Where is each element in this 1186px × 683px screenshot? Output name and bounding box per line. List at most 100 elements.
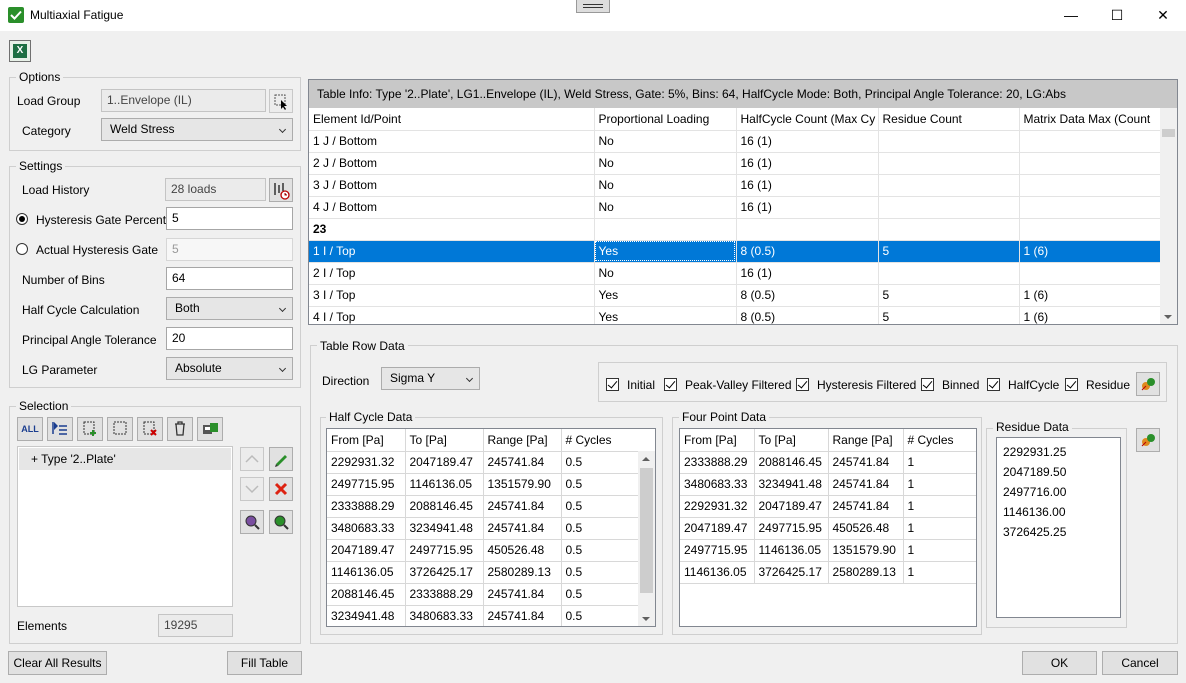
main-table-cell <box>1019 218 1160 241</box>
minimize-button[interactable]: — <box>1048 0 1094 31</box>
residue-item[interactable]: 2047189.50 <box>1003 462 1120 482</box>
four-point-header-0[interactable]: From [Pa] <box>680 429 755 452</box>
initial-checkbox[interactable] <box>606 378 619 391</box>
four-point-header-2[interactable]: Range [Pa] <box>828 429 904 452</box>
half-cycle-cell: 245741.84 <box>483 495 562 518</box>
halfcycle-checkbox[interactable] <box>987 378 1000 391</box>
half-cycle-header-1[interactable]: To [Pa] <box>405 429 484 452</box>
half-cycle-row[interactable]: 3234941.48 3480683.33 245741.84 0.5 <box>327 605 638 626</box>
residue-item[interactable]: 3726425.25 <box>1003 522 1120 542</box>
residue-chart-button[interactable] <box>1136 428 1160 452</box>
half-cycle-row[interactable]: 3480683.33 3234941.48 245741.84 0.5 <box>327 517 638 540</box>
main-table-header-4[interactable]: Matrix Data Max (Count <box>1019 108 1160 131</box>
delete-selection-button[interactable] <box>167 417 193 441</box>
excel-export-button[interactable]: X <box>9 40 31 62</box>
residue-item[interactable]: 1146136.00 <box>1003 502 1120 522</box>
trash-icon <box>175 421 185 436</box>
main-table-row[interactable]: 3 J / Bottom No 16 (1) <box>309 174 1160 197</box>
load-group-field[interactable]: 1..Envelope (IL) <box>101 89 266 112</box>
peak-valley-checkbox[interactable] <box>664 378 677 391</box>
main-table-row[interactable]: 23 <box>309 218 1160 241</box>
main-table-row[interactable]: 4 J / Bottom No 16 (1) <box>309 196 1160 219</box>
main-table-row[interactable]: 2 I / Top No 16 (1) <box>309 262 1160 285</box>
residue-checkbox[interactable] <box>1065 378 1078 391</box>
main-table-cell: No <box>594 152 737 175</box>
half-cycle-scrollbar[interactable] <box>638 451 655 626</box>
load-history-button[interactable] <box>269 178 293 202</box>
half-cycle-row[interactable]: 2497715.95 1146136.05 1351579.90 0.5 <box>327 473 638 496</box>
four-point-row[interactable]: 2047189.47 2497715.95 450526.48 1 <box>680 517 976 540</box>
half-cycle-row[interactable]: 2333888.29 2088146.45 245741.84 0.5 <box>327 495 638 518</box>
edit-button[interactable] <box>269 447 293 471</box>
half-cycle-header-3[interactable]: # Cycles <box>561 429 638 452</box>
four-point-cell: 1 <box>903 451 976 474</box>
lg-select[interactable]: Absolute <box>166 357 293 380</box>
four-point-header-1[interactable]: To [Pa] <box>754 429 829 452</box>
move-down-button[interactable] <box>240 477 264 501</box>
bins-input[interactable]: 64 <box>166 267 293 290</box>
drag-grip-icon[interactable] <box>576 0 610 13</box>
main-table-row[interactable]: 1 J / Bottom No 16 (1) <box>309 130 1160 153</box>
save-selection-button[interactable] <box>197 417 223 441</box>
actual-hyst-radio[interactable] <box>16 243 28 255</box>
direction-select[interactable]: Sigma Y <box>381 367 480 390</box>
zoom-out-button[interactable] <box>240 510 264 534</box>
fill-table-button[interactable]: Fill Table <box>227 651 302 675</box>
tree-item-plate[interactable]: + Type '2..Plate' <box>31 452 116 466</box>
select-all-button[interactable]: ALL <box>17 417 43 441</box>
half-cycle-row[interactable]: 1146136.05 3726425.17 2580289.13 0.5 <box>327 561 638 584</box>
residue-item[interactable]: 2497716.00 <box>1003 482 1120 502</box>
half-cycle-header-0[interactable]: From [Pa] <box>327 429 406 452</box>
four-point-row[interactable]: 2292931.32 2047189.47 245741.84 1 <box>680 495 976 518</box>
maximize-button[interactable]: ☐ <box>1094 0 1140 31</box>
select-load-group-button[interactable] <box>269 89 293 113</box>
main-table-row[interactable]: 2 J / Bottom No 16 (1) <box>309 152 1160 175</box>
close-button[interactable]: ✕ <box>1140 0 1186 31</box>
half-cycle-row[interactable]: 2292931.32 2047189.47 245741.84 0.5 <box>327 451 638 474</box>
halfcycle-select[interactable]: Both <box>166 297 293 320</box>
pat-input[interactable]: 20 <box>166 327 293 350</box>
main-table-cell <box>1019 152 1160 175</box>
main-table-header-1[interactable]: Proportional Loading <box>594 108 737 131</box>
add-box-icon <box>83 421 96 436</box>
main-table-row[interactable]: 1 I / Top Yes 8 (0.5) 5 1 (6) <box>309 240 1160 263</box>
actual-hyst-input[interactable]: 5 <box>166 238 293 261</box>
main-table-row[interactable]: 4 I / Top Yes 8 (0.5) 5 1 (6) <box>309 306 1160 324</box>
four-point-table: From [Pa] To [Pa] Range [Pa] # Cycles 23338… <box>679 428 977 627</box>
main-table-header-0[interactable]: Element Id/Point <box>309 108 595 131</box>
hyst-percent-radio[interactable] <box>16 213 28 225</box>
hyst-percent-input[interactable]: 5 <box>166 207 293 230</box>
move-up-button[interactable] <box>240 447 264 471</box>
clear-all-button[interactable]: Clear All Results <box>8 651 107 675</box>
selection-tree[interactable]: + Type '2..Plate' <box>17 446 233 607</box>
half-cycle-row[interactable]: 2047189.47 2497715.95 450526.48 0.5 <box>327 539 638 562</box>
main-table-row[interactable]: 3 I / Top Yes 8 (0.5) 5 1 (6) <box>309 284 1160 307</box>
residue-item[interactable]: 2292931.25 <box>1003 442 1120 462</box>
category-select[interactable]: Weld Stress <box>101 118 293 141</box>
pat-label: Principal Angle Tolerance <box>22 333 157 347</box>
main-table-header-3[interactable]: Residue Count <box>878 108 1020 131</box>
four-point-row[interactable]: 2497715.95 1146136.05 1351579.90 1 <box>680 539 976 562</box>
add-selection-button[interactable] <box>77 417 103 441</box>
half-cycle-cell: 3726425.17 <box>405 561 484 584</box>
four-point-row[interactable]: 2333888.29 2088146.45 245741.84 1 <box>680 451 976 474</box>
four-point-row[interactable]: 1146136.05 3726425.17 2580289.13 1 <box>680 561 976 584</box>
hysteresis-checkbox[interactable] <box>796 378 809 391</box>
load-history-field[interactable]: 28 loads <box>165 178 266 201</box>
four-point-row[interactable]: 3480683.33 3234941.48 245741.84 1 <box>680 473 976 496</box>
delete-button[interactable] <box>269 477 293 501</box>
chart-button[interactable] <box>1136 372 1160 396</box>
ok-button[interactable]: OK <box>1022 651 1097 675</box>
half-cycle-row[interactable]: 2088146.45 2333888.29 245741.84 0.5 <box>327 583 638 606</box>
cancel-button[interactable]: Cancel <box>1102 651 1178 675</box>
half-cycle-header-2[interactable]: Range [Pa] <box>483 429 562 452</box>
binned-checkbox[interactable] <box>921 378 934 391</box>
remove-selection-button[interactable] <box>137 417 163 441</box>
box-selection-button[interactable] <box>107 417 133 441</box>
bins-label: Number of Bins <box>22 273 105 287</box>
main-table-header-2[interactable]: HalfCycle Count (Max Cy <box>736 108 879 131</box>
zoom-in-button[interactable] <box>269 510 293 534</box>
four-point-header-3[interactable]: # Cycles <box>903 429 976 452</box>
main-table-scrollbar[interactable] <box>1160 108 1177 324</box>
select-tree-button[interactable] <box>47 417 73 441</box>
